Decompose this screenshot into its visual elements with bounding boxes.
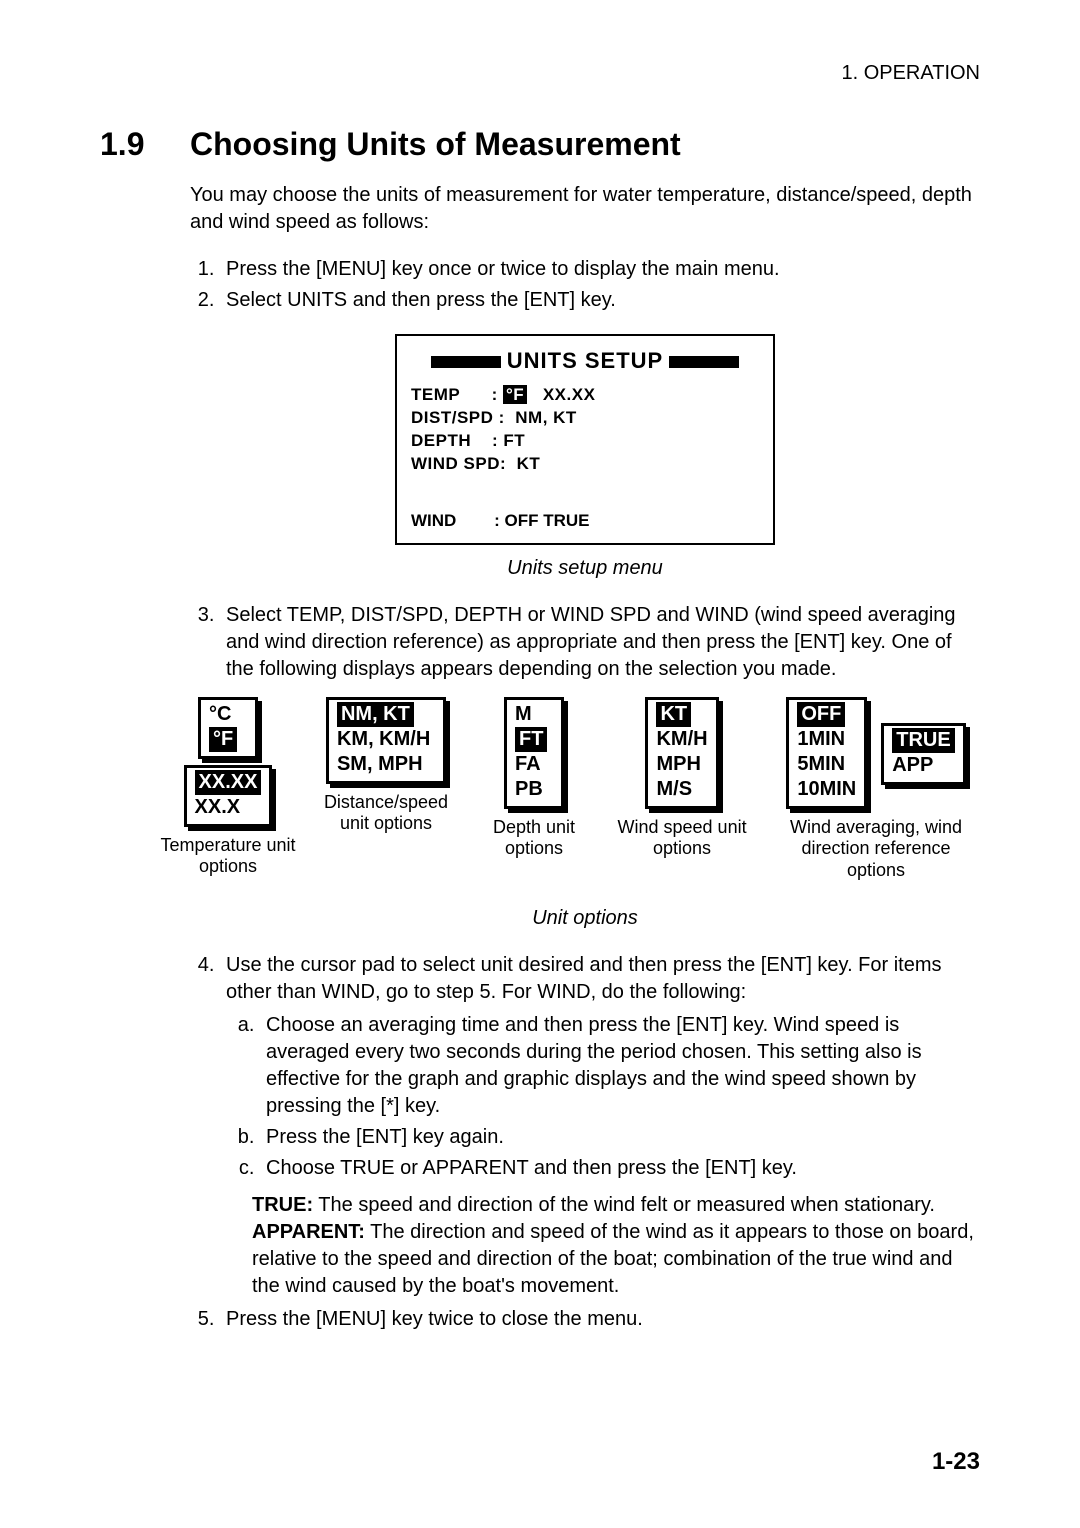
setup-temp-row: TEMP : °F XX.XX — [411, 384, 759, 407]
wspd-opt-ms: M/S — [656, 777, 707, 802]
step-4a: Choose an averaging time and then press … — [260, 1012, 980, 1120]
setup-wind-label: WIND — [411, 511, 456, 530]
temp-opt-c: °C — [209, 702, 247, 727]
wind-averaging-box: OFF 1MIN 5MIN 10MIN — [786, 697, 867, 809]
step-4: Use the cursor pad to select unit desire… — [220, 952, 980, 1300]
temp-options-column: °C °F XX.XX XX.X Temperature unit option… — [160, 697, 296, 878]
wind-reference-box: TRUE APP — [881, 723, 965, 785]
depth-options-column: M FT FA PB Depth unit options — [476, 697, 592, 860]
section-number: 1.9 — [100, 123, 190, 166]
def-apparent: APPARENT: The direction and speed of the… — [252, 1219, 980, 1300]
setup-depth-label: DEPTH — [411, 431, 471, 450]
windavg-opt-10min: 10MIN — [797, 777, 856, 802]
wind-options-caption: Wind averaging, wind direction reference… — [772, 817, 980, 882]
step-4-sublist: Choose an averaging time and then press … — [226, 1012, 980, 1182]
windavg-opt-off: OFF — [797, 702, 845, 727]
setup-temp-value: XX.XX — [543, 385, 596, 404]
dist-opt-smmph: SM, MPH — [337, 752, 435, 777]
temp-scale-box: °C °F — [198, 697, 258, 759]
wspd-opt-kmh: KM/H — [656, 727, 707, 752]
wspd-opt-kt: KT — [656, 702, 691, 727]
step-4c: Choose TRUE or APPARENT and then press t… — [260, 1155, 980, 1182]
temp-opt-f: °F — [209, 727, 237, 752]
distspd-options-caption: Distance/speed unit options — [318, 792, 454, 835]
setup-dist-value: NM, KT — [515, 408, 577, 427]
distspd-box: NM, KT KM, KM/H SM, MPH — [326, 697, 446, 784]
temp-options-caption: Temperature unit options — [160, 835, 296, 878]
wspd-opt-mph: MPH — [656, 752, 707, 777]
setup-wind-value: : OFF TRUE — [494, 511, 589, 530]
setup-dist-label: DIST/SPD : — [411, 408, 505, 427]
instruction-list-cont: Select TEMP, DIST/SPD, DEPTH or WIND SPD… — [190, 602, 980, 683]
setup-windspd-label: WIND SPD: — [411, 454, 506, 473]
figure-caption-1: Units setup menu — [190, 555, 980, 582]
step-1: Press the [MENU] key once or twice to di… — [220, 256, 980, 283]
setup-wind-row: WIND : OFF TRUE — [411, 510, 759, 533]
windspd-box: KT KM/H MPH M/S — [645, 697, 718, 809]
depth-box: M FT FA PB — [504, 697, 564, 809]
setup-windspd-value: KT — [517, 454, 541, 473]
windavg-opt-5min: 5MIN — [797, 752, 856, 777]
temp-format-box: XX.XX XX.X — [184, 765, 273, 827]
setup-depth-value: : FT — [492, 431, 525, 450]
step-2: Select UNITS and then press the [ENT] ke… — [220, 287, 980, 314]
step-5: Press the [MENU] key twice to close the … — [220, 1306, 980, 1333]
windavg-opt-1min: 1MIN — [797, 727, 856, 752]
windspd-options-column: KT KM/H MPH M/S Wind speed unit options — [614, 697, 750, 860]
setup-temp-label: TEMP — [411, 385, 460, 404]
section-title: Choosing Units of Measurement — [190, 126, 681, 162]
section-heading: 1.9Choosing Units of Measurement — [100, 123, 980, 166]
running-head: 1. OPERATION — [100, 60, 980, 87]
windref-opt-app: APP — [892, 753, 954, 778]
distspd-options-column: NM, KT KM, KM/H SM, MPH Distance/speed u… — [318, 697, 454, 835]
setup-depth-row: DEPTH : FT — [411, 430, 759, 453]
step-4-text: Use the cursor pad to select unit desire… — [226, 954, 942, 1003]
depth-opt-fa: FA — [515, 752, 553, 777]
page-number: 1-23 — [932, 1446, 980, 1478]
dist-opt-kmkmh: KM, KM/H — [337, 727, 435, 752]
step-3: Select TEMP, DIST/SPD, DEPTH or WIND SPD… — [220, 602, 980, 683]
units-setup-box: UNITS SETUP TEMP : °F XX.XX DIST/SPD : N… — [395, 334, 775, 544]
definitions-block: TRUE: The speed and direction of the win… — [252, 1192, 980, 1300]
windref-opt-true: TRUE — [892, 728, 954, 753]
def-true-label: TRUE: — [252, 1194, 313, 1216]
temp-opt-xxx: XX.X — [195, 795, 262, 820]
def-true: TRUE: The speed and direction of the win… — [252, 1192, 980, 1219]
units-setup-title: UNITS SETUP — [411, 346, 759, 376]
windspd-options-caption: Wind speed unit options — [614, 817, 750, 860]
setup-temp-selected: °F — [503, 385, 527, 404]
wind-options-column: OFF 1MIN 5MIN 10MIN TRUE APP Wind averag… — [772, 697, 980, 882]
intro-paragraph: You may choose the units of measurement … — [190, 182, 980, 236]
dist-opt-nmkt: NM, KT — [337, 702, 414, 727]
setup-dist-row: DIST/SPD : NM, KT — [411, 407, 759, 430]
instruction-list: Press the [MENU] key once or twice to di… — [190, 256, 980, 314]
depth-opt-m: M — [515, 702, 553, 727]
step-4b: Press the [ENT] key again. — [260, 1124, 980, 1151]
def-true-text: The speed and direction of the wind felt… — [313, 1194, 935, 1216]
def-app-label: APPARENT: — [252, 1221, 365, 1243]
temp-opt-xxxx: XX.XX — [195, 770, 262, 795]
depth-opt-ft: FT — [515, 727, 547, 752]
setup-windspd-row: WIND SPD: KT — [411, 453, 759, 476]
depth-options-caption: Depth unit options — [476, 817, 592, 860]
instruction-list-cont2: Use the cursor pad to select unit desire… — [190, 952, 980, 1333]
figure-caption-2: Unit options — [190, 905, 980, 932]
depth-opt-pb: PB — [515, 777, 553, 802]
